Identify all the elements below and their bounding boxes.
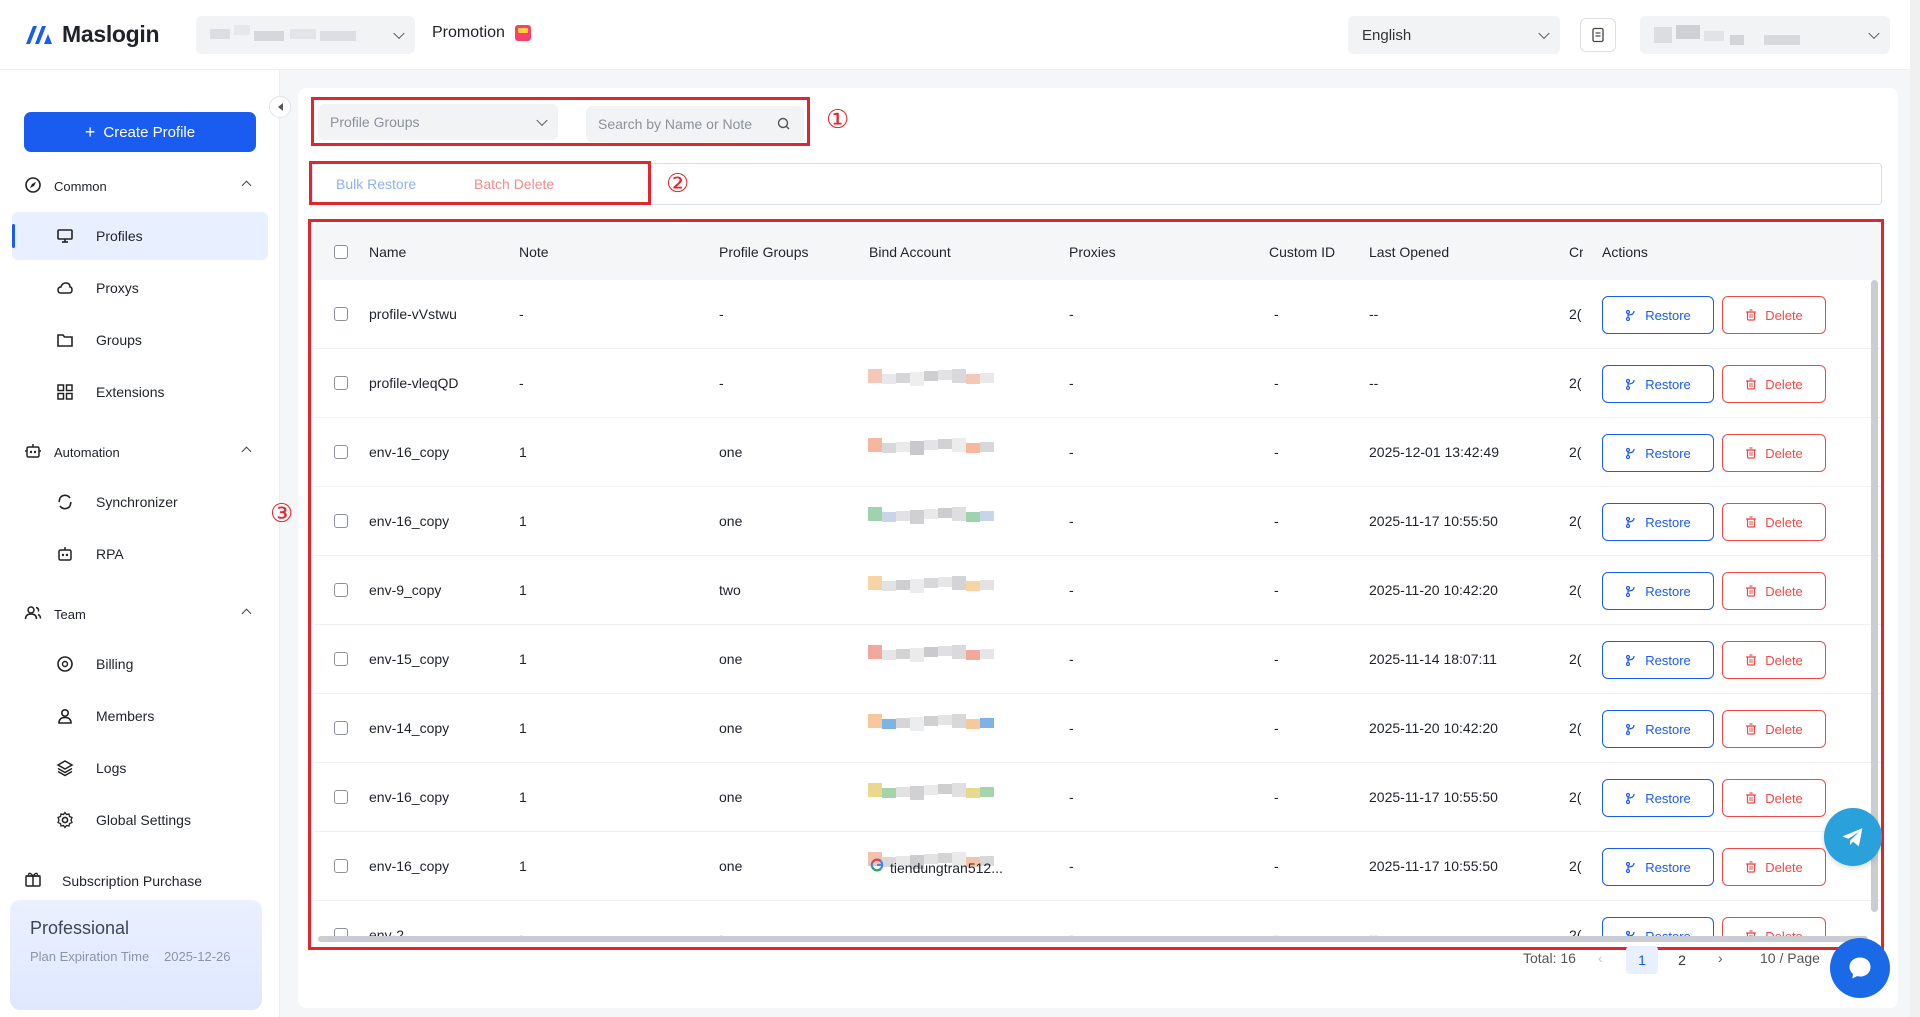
plan-name: Professional [30,918,130,938]
document-icon [1592,27,1604,43]
sidebar-item-label: Members [96,708,155,724]
user-name-redacted [1654,25,1814,45]
sidebar-item-label: Billing [96,656,134,672]
chevron-up-icon [241,608,252,619]
chevron-up-icon [241,180,252,191]
sync-icon [56,493,74,511]
sidebar-item-label: Extensions [96,384,165,400]
annotation-marker-3: ③ [270,498,294,528]
section-automation-label: Automation [54,445,120,460]
pagination-next-icon[interactable]: › [1718,950,1723,966]
folder-icon [56,331,74,349]
sidebar-item-logs[interactable]: Logs [12,744,268,792]
billing-icon [56,655,74,673]
workspace-select[interactable] [196,16,415,54]
gift-icon [514,25,531,41]
monitor-icon [56,227,74,245]
brand-logo[interactable]: Maslogin [24,20,160,48]
sidebar-item-label: Proxys [96,280,139,296]
annotation-box-table [308,219,1884,950]
sidebar-item-rpa[interactable]: RPA [12,530,268,578]
sidebar-item-billing[interactable]: Billing [12,640,268,688]
cloud-icon [56,279,74,297]
create-profile-button[interactable]: + Create Profile [24,112,256,152]
gear-icon [56,811,74,829]
grid-icon [56,383,74,401]
annotation-marker-2: ② [666,168,690,198]
pagination-total: Total: 16 [1523,950,1576,966]
sidebar-item-proxys[interactable]: Proxys [12,264,268,312]
plan-expiration-label: Plan Expiration Time [30,949,150,964]
sidebar-collapse-button[interactable] [269,96,291,118]
page-scrollbar[interactable] [1910,0,1920,1017]
chat-bubble-icon [1849,957,1871,979]
promotion-link[interactable]: Promotion [432,24,531,42]
sidebar: + Create Profile Common Profiles Proxys … [0,70,280,1017]
sidebar-item-label: Profiles [96,228,143,244]
sidebar-item-label: Logs [96,760,127,776]
pagination-page-2[interactable]: 2 [1666,946,1698,974]
sidebar-item-global-settings[interactable]: Global Settings [12,796,268,844]
brand-name: Maslogin [62,20,160,47]
telegram-button[interactable] [1824,808,1882,866]
section-common-label: Common [54,179,107,194]
section-automation[interactable]: Automation [24,442,256,463]
plan-card: Professional Plan Expiration Time 2025-1… [10,900,262,1010]
section-common[interactable]: Common [24,176,256,197]
sidebar-item-groups[interactable]: Groups [12,316,268,364]
sidebar-item-members[interactable]: Members [12,692,268,740]
subscription-purchase-label: Subscription Purchase [62,872,203,889]
create-profile-label: Create Profile [103,123,196,141]
sidebar-item-label: Synchronizer [96,494,178,510]
plan-expiration-value: 2025-12-26 [164,949,231,964]
user-account-select[interactable] [1640,16,1890,54]
top-bar: Maslogin Promotion English [0,0,1920,70]
section-team-label: Team [54,607,86,622]
robot-icon [56,545,74,563]
pagination-page-1[interactable]: 1 [1626,946,1658,974]
sidebar-item-synchronizer[interactable]: Synchronizer [12,478,268,526]
sidebar-item-label: Global Settings [96,812,191,828]
chevron-down-icon [1868,27,1880,40]
workspace-name-redacted [210,25,360,45]
layers-icon [56,759,74,777]
pagination-page-size[interactable]: 10 / Page [1760,950,1820,966]
chevron-down-icon [393,27,405,40]
annotation-box-toolbar [309,161,651,205]
section-team[interactable]: Team [24,604,256,625]
plan-expiration-row: Plan Expiration Time 2025-12-26 [30,949,242,965]
language-select[interactable]: English [1348,16,1560,54]
user-icon [56,707,74,725]
gift-box-icon [24,870,42,891]
maslogin-logo-icon [26,26,52,44]
chevron-down-icon [1538,27,1550,40]
subscription-purchase-link[interactable]: Subscription Purchase [24,870,202,891]
annotation-box-filters [311,97,810,146]
robot-icon [24,442,42,463]
sidebar-item-extensions[interactable]: Extensions [12,368,268,416]
chat-support-button[interactable] [1830,938,1890,998]
compass-icon [24,176,42,197]
sidebar-item-label: RPA [96,546,124,562]
telegram-icon [1842,828,1863,847]
sidebar-item-label: Groups [96,332,142,348]
sidebar-item-profiles[interactable]: Profiles [12,212,268,260]
docs-button[interactable] [1580,18,1616,52]
language-value: English [1362,26,1412,44]
pagination-prev-icon[interactable]: ‹ [1598,950,1603,966]
annotation-marker-1: ① [826,104,850,134]
promotion-label: Promotion [432,24,505,41]
users-icon [24,604,42,625]
plus-icon: + [84,122,96,142]
chevron-up-icon [241,446,252,457]
